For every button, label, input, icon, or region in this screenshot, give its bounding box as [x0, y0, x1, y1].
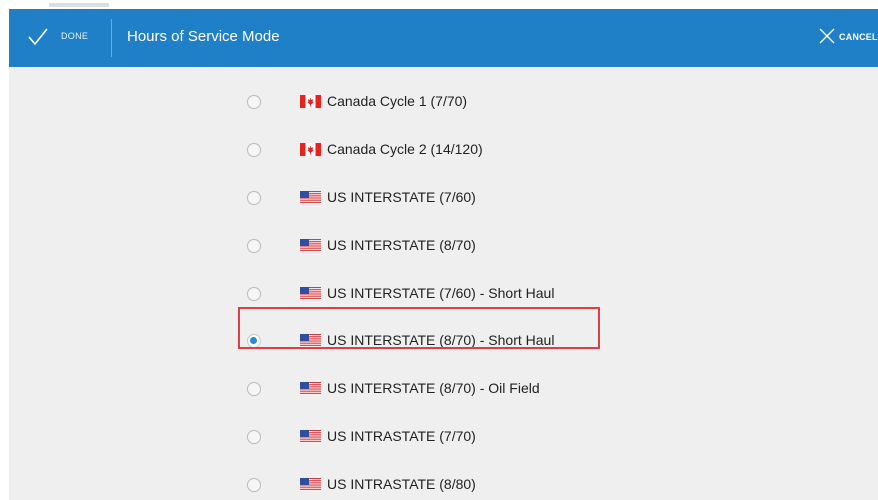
option-us-intrastate-8-80[interactable]: US INTRASTATE (8/80): [235, 465, 615, 500]
option-label: US INTERSTATE (7/60) - Short Haul: [327, 285, 555, 301]
cancel-button[interactable]: CANCEL: [812, 9, 878, 67]
cancel-label: CANCEL: [839, 32, 878, 42]
option-label: Canada Cycle 2 (14/120): [327, 141, 483, 157]
radio-button[interactable]: [247, 191, 261, 205]
radio-button[interactable]: [247, 382, 261, 396]
us-flag-icon: [300, 191, 321, 204]
dialog-header: DONE Hours of Service Mode CANCEL: [9, 9, 878, 67]
checkmark-icon: [28, 28, 48, 46]
done-button[interactable]: DONE: [9, 9, 109, 67]
radio-button[interactable]: [247, 239, 261, 253]
option-us-interstate-8-70[interactable]: US INTERSTATE (8/70): [235, 226, 615, 266]
close-icon: [819, 28, 835, 44]
option-label: Canada Cycle 1 (7/70): [327, 93, 468, 109]
us-flag-icon: [300, 478, 321, 491]
option-canada-cycle-2[interactable]: Canada Cycle 2 (14/120): [235, 130, 615, 170]
option-label: US INTRASTATE (7/70): [327, 428, 476, 444]
us-flag-icon: [300, 382, 321, 395]
left-margin: [0, 0, 9, 500]
top-edge: [9, 0, 878, 9]
option-us-interstate-7-60-short-haul[interactable]: US INTERSTATE (7/60) - Short Haul: [235, 274, 615, 314]
radio-button-selected[interactable]: [247, 334, 261, 348]
us-flag-icon: [300, 430, 321, 443]
canada-flag-icon: [300, 95, 321, 108]
radio-button[interactable]: [247, 143, 261, 157]
header-divider: [111, 19, 112, 57]
option-label: US INTERSTATE (8/70) - Short Haul: [327, 332, 555, 348]
us-flag-icon: [300, 287, 321, 300]
option-label: US INTERSTATE (8/70) - Oil Field: [327, 380, 540, 396]
option-label: US INTRASTATE (8/80): [327, 476, 476, 492]
option-us-interstate-7-60[interactable]: US INTERSTATE (7/60): [235, 178, 615, 218]
radio-button[interactable]: [247, 478, 261, 492]
option-us-interstate-8-70-short-haul[interactable]: US INTERSTATE (8/70) - Short Haul: [235, 321, 615, 361]
us-flag-icon: [300, 334, 321, 347]
top-edge-mark: [49, 3, 109, 7]
option-label: US INTERSTATE (7/60): [327, 189, 476, 205]
radio-button[interactable]: [247, 287, 261, 301]
option-canada-cycle-1[interactable]: Canada Cycle 1 (7/70): [235, 82, 615, 122]
option-us-intrastate-7-70[interactable]: US INTRASTATE (7/70): [235, 417, 615, 457]
radio-button[interactable]: [247, 430, 261, 444]
option-us-interstate-8-70-oil-field[interactable]: US INTERSTATE (8/70) - Oil Field: [235, 369, 615, 409]
canada-flag-icon: [300, 143, 321, 156]
page-title: Hours of Service Mode: [127, 28, 280, 45]
hos-mode-dialog: DONE Hours of Service Mode CANCEL Canada…: [9, 9, 878, 500]
done-label: DONE: [61, 31, 89, 41]
radio-button[interactable]: [247, 95, 261, 109]
us-flag-icon: [300, 239, 321, 252]
option-label: US INTERSTATE (8/70): [327, 237, 476, 253]
